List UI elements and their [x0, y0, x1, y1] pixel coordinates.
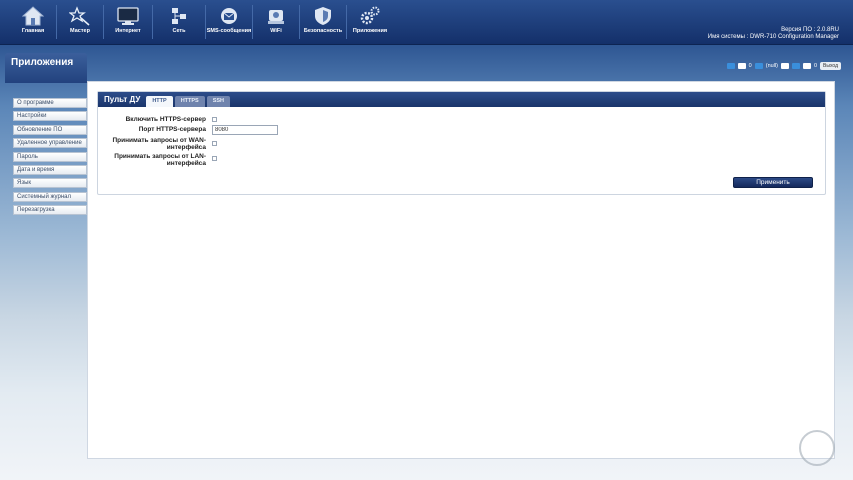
exit-button[interactable]: Выход: [820, 62, 841, 70]
sidebar: О программе Настройки Обновление ПО Удал…: [13, 98, 87, 219]
https-port-label: Порт HTTPS-сервера: [138, 126, 206, 133]
globe-icon: [791, 63, 800, 69]
https-port-input[interactable]: [212, 125, 278, 135]
nav-sms[interactable]: SMS-сообщения: [206, 4, 252, 40]
signal-text: (null): [765, 63, 778, 69]
sidebar-item-remote-management[interactable]: Удаленное управление: [13, 138, 87, 149]
wan-requests-label: Принимать запросы от WAN-интерфейса: [112, 137, 206, 151]
lan-requests-checkbox[interactable]: [212, 156, 217, 161]
sidebar-item-language[interactable]: Язык: [13, 178, 87, 189]
network-icon: [172, 8, 186, 24]
https-port-row: Порт HTTPS-сервера: [98, 125, 358, 135]
nav-home[interactable]: Главная: [10, 4, 56, 40]
nav-network[interactable]: Сеть: [153, 4, 205, 40]
sidebar-item-password[interactable]: Пароль: [13, 151, 87, 162]
sidebar-item-firmware-update[interactable]: Обновление ПО: [13, 124, 87, 135]
sidebar-item-system-log[interactable]: Системный журнал: [13, 191, 87, 202]
main-content: Пульт ДУ HTTP HTTPS SSH Включить HTTPS-с…: [87, 81, 835, 459]
top-navigation-bar: Главная Мастер Интернет Сеть SMS-сообщен…: [0, 0, 853, 45]
wifi-count: 0: [813, 63, 818, 69]
network-status-icon: [726, 63, 735, 69]
monitor-icon: [117, 7, 139, 25]
nav-security-label: Безопасность: [303, 28, 343, 34]
wifi-clients-icon: [780, 63, 789, 69]
wifi-icon: [802, 63, 811, 69]
wan-requests-row: Принимать запросы от WAN-интерфейса: [98, 137, 358, 151]
sidebar-item-reboot[interactable]: Перезагрузка: [13, 205, 87, 216]
tab-http[interactable]: HTTP: [146, 96, 173, 107]
apply-button[interactable]: Применить: [733, 177, 813, 188]
gears-icon: [360, 6, 380, 25]
nav-internet-label: Интернет: [115, 28, 141, 34]
tab-https[interactable]: HTTPS: [174, 96, 205, 107]
nav-wizard-label: Мастер: [70, 28, 90, 34]
enable-https-checkbox[interactable]: [212, 117, 217, 122]
nav-home-label: Главная: [21, 28, 45, 34]
system-name: Имя системы : DWR-710 Configuration Mana…: [707, 34, 839, 40]
sidebar-item-date-time[interactable]: Дата и время: [13, 164, 87, 175]
nav-internet[interactable]: Интернет: [104, 4, 152, 40]
card-header: Пульт ДУ HTTP HTTPS SSH: [98, 92, 825, 107]
nav-security[interactable]: Безопасность: [300, 4, 346, 40]
sms-count: 0: [748, 63, 752, 69]
wizard-icon: [69, 6, 90, 26]
watermark-logo: [799, 430, 835, 466]
envelope-icon: [221, 8, 237, 24]
page-title: Приложения: [5, 53, 87, 83]
sms-icon[interactable]: [737, 63, 746, 69]
system-info: Версия ПО : 2.0.8RU Имя системы : DWR-71…: [708, 27, 839, 41]
lan-requests-label: Принимать запросы от LAN-интерфейса: [114, 153, 206, 167]
sidebar-item-settings[interactable]: Настройки: [13, 111, 87, 122]
home-icon: [22, 6, 44, 26]
shield-icon: [315, 7, 331, 25]
card-title: Пульт ДУ: [104, 95, 141, 104]
nav-applications[interactable]: Приложения: [347, 4, 393, 40]
wan-requests-checkbox[interactable]: [212, 141, 217, 146]
nav-network-label: Сеть: [172, 28, 186, 34]
firmware-version: Версия ПО : 2.0.8RU: [781, 27, 839, 33]
lan-requests-row: Принимать запросы от LAN-интерфейса: [98, 153, 358, 167]
nav-wizard[interactable]: Мастер: [57, 4, 103, 40]
nav-sms-label: SMS-сообщения: [206, 28, 252, 34]
nav-wifi-label: WiFi: [270, 28, 282, 34]
status-bar: 0 (null) 0 Выход: [726, 62, 841, 70]
wifi-router-icon: [268, 10, 284, 24]
enable-https-row: Включить HTTPS-сервер: [98, 116, 358, 123]
sidebar-item-about[interactable]: О программе: [13, 98, 87, 108]
main-nav: Главная Мастер Интернет Сеть SMS-сообщен…: [10, 4, 393, 40]
tab-ssh[interactable]: SSH: [206, 96, 231, 107]
signal-icon: [754, 63, 763, 69]
nav-wifi[interactable]: WiFi: [253, 4, 299, 40]
remote-control-card: Пульт ДУ HTTP HTTPS SSH Включить HTTPS-с…: [97, 91, 826, 195]
enable-https-label: Включить HTTPS-сервер: [125, 116, 206, 123]
nav-applications-label: Приложения: [352, 28, 388, 34]
